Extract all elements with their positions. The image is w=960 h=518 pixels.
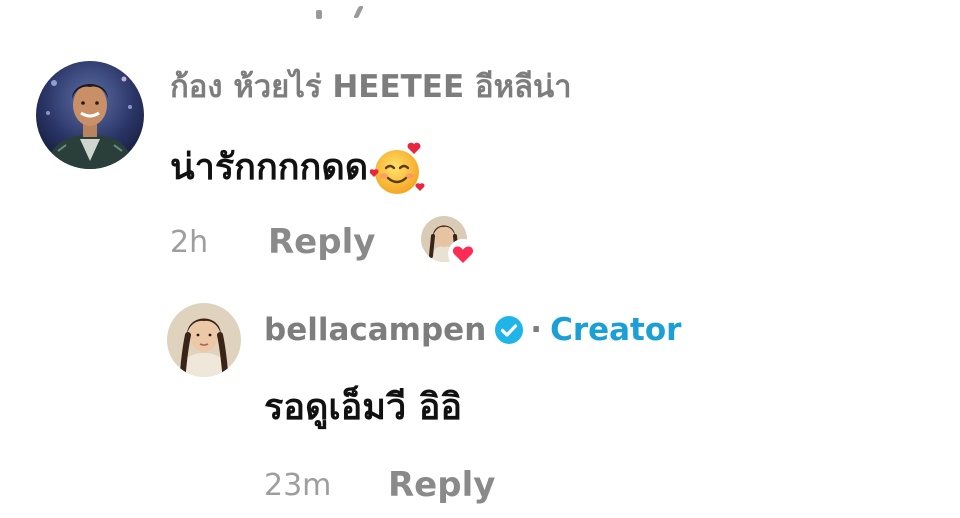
liked-by-creator-badge[interactable] — [421, 216, 479, 272]
creator-name-row: bellacampen · Creator — [264, 310, 681, 350]
comment-text: น่ารักกกกดด — [170, 147, 369, 188]
comment-timestamp: 2h — [170, 225, 209, 260]
heart-icon — [447, 238, 479, 270]
comment-body: น่ารักกกกดด — [170, 140, 428, 198]
commenter-avatar[interactable] — [36, 61, 144, 169]
creator-avatar[interactable] — [167, 303, 241, 377]
commenter-username[interactable]: ก้อง ห้วยไร่ HEETEE อีหลีน่า — [170, 67, 572, 107]
reply-button[interactable]: Reply — [268, 222, 375, 262]
reply-to-reply-button[interactable]: Reply — [388, 465, 495, 505]
comment-thread: ก้อง ห้วยไร่ HEETEE อีหลีน่า น่ารักกกกดด — [0, 0, 960, 518]
previous-comment-remnant — [312, 0, 372, 22]
creator-label: Creator — [550, 312, 682, 348]
separator-dot: · — [530, 312, 543, 348]
verified-badge-icon — [494, 315, 524, 345]
creator-username[interactable]: bellacampen — [264, 312, 486, 348]
smiling-face-with-hearts-icon — [370, 140, 428, 198]
reply-timestamp: 23m — [264, 468, 332, 503]
reply-body: รอดูเอ็มวี อิอิ — [264, 387, 462, 428]
